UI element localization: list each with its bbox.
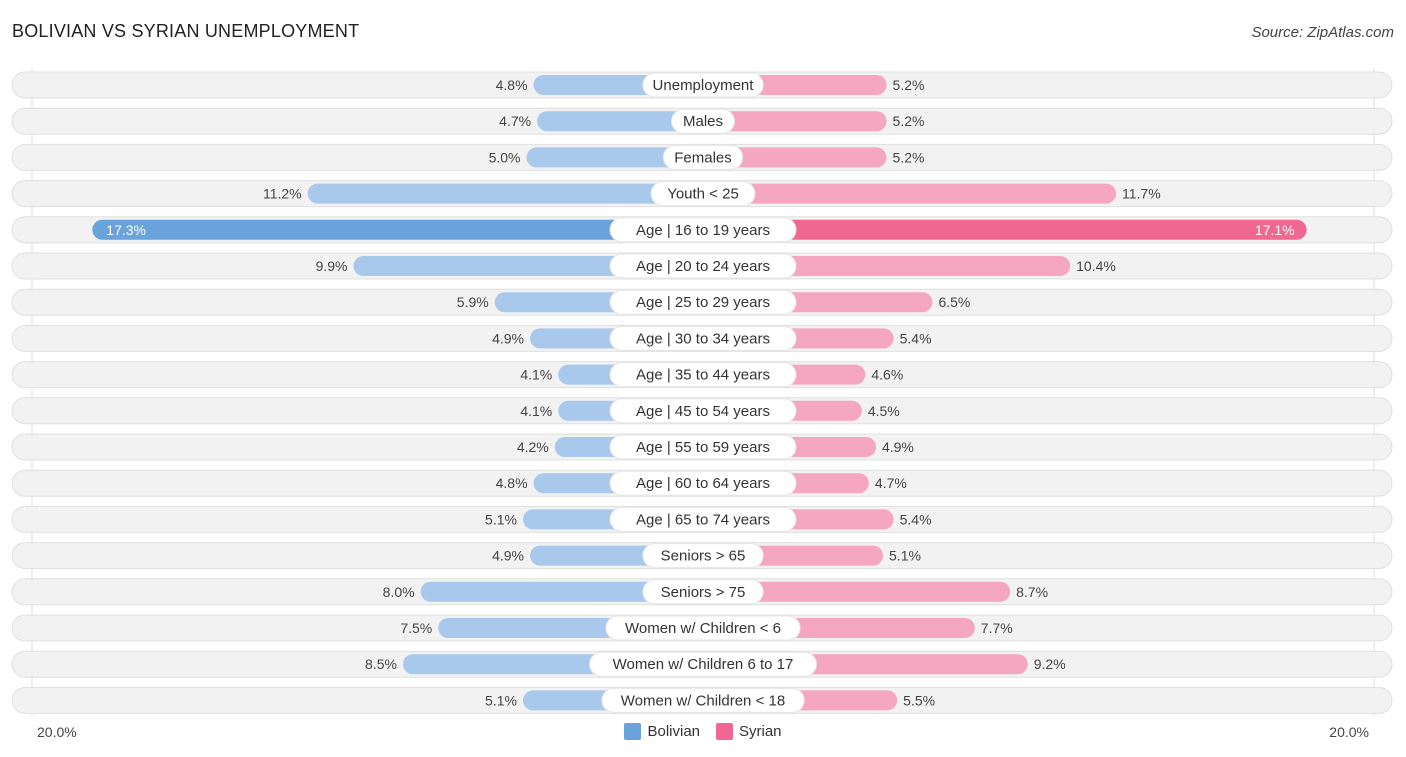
category-label: Age | 16 to 19 years	[636, 222, 770, 239]
value-label-bolivian: 5.9%	[457, 294, 489, 310]
value-label-bolivian: 8.0%	[383, 584, 415, 600]
legend-item-syrian[interactable]: Syrian	[716, 723, 782, 740]
legend-swatch-syrian	[716, 723, 733, 740]
value-label-bolivian: 5.0%	[489, 149, 521, 165]
value-label-bolivian: 5.1%	[485, 692, 517, 708]
category-label: Seniors > 65	[661, 548, 746, 565]
value-label-syrian: 8.7%	[1016, 584, 1048, 600]
category-label: Males	[683, 113, 723, 130]
value-label-bolivian: 5.1%	[485, 511, 517, 527]
bar-syrian	[703, 183, 1117, 204]
value-label-bolivian: 9.9%	[316, 258, 348, 274]
category-label: Youth < 25	[667, 186, 739, 203]
value-label-bolivian: 17.3%	[106, 222, 146, 238]
value-label-syrian: 17.1%	[1255, 222, 1295, 238]
category-label: Unemployment	[653, 77, 755, 94]
value-label-syrian: 4.9%	[882, 439, 914, 455]
value-label-syrian: 4.5%	[868, 403, 900, 419]
category-label: Age | 60 to 64 years	[636, 475, 770, 492]
value-label-syrian: 5.2%	[893, 77, 925, 93]
category-label: Women w/ Children 6 to 17	[613, 656, 794, 673]
category-label: Age | 35 to 44 years	[636, 367, 770, 384]
value-label-syrian: 5.2%	[893, 113, 925, 129]
category-label: Women w/ Children < 18	[621, 692, 785, 709]
value-label-syrian: 7.7%	[981, 620, 1013, 636]
value-label-syrian: 4.6%	[871, 367, 903, 383]
category-label: Age | 55 to 59 years	[636, 439, 770, 456]
bar-bolivian	[307, 183, 703, 204]
category-label: Women w/ Children < 6	[625, 620, 781, 637]
category-label: Seniors > 75	[661, 584, 746, 601]
category-label: Age | 30 to 34 years	[636, 330, 770, 347]
value-label-syrian: 10.4%	[1076, 258, 1116, 274]
legend-label-bolivian: Bolivian	[647, 723, 700, 740]
value-label-bolivian: 4.9%	[492, 548, 524, 564]
legend-label-syrian: Syrian	[739, 723, 782, 740]
value-label-bolivian: 4.1%	[520, 403, 552, 419]
value-label-bolivian: 4.1%	[520, 367, 552, 383]
value-label-syrian: 5.1%	[889, 548, 921, 564]
value-label-bolivian: 4.7%	[499, 113, 531, 129]
value-label-syrian: 9.2%	[1034, 656, 1066, 672]
value-label-bolivian: 4.8%	[496, 475, 528, 491]
category-label: Age | 25 to 29 years	[636, 294, 770, 311]
value-label-bolivian: 4.2%	[517, 439, 549, 455]
value-label-syrian: 5.4%	[900, 330, 932, 346]
legend-swatch-bolivian	[624, 723, 642, 740]
value-label-syrian: 4.7%	[875, 475, 907, 491]
value-label-bolivian: 7.5%	[400, 620, 432, 636]
category-label: Age | 65 to 74 years	[636, 511, 770, 528]
chart-canvas: 4.8% 5.2% Unemployment 4.7% 5.2% Males 5.0% 5.2…	[11, 68, 1393, 716]
category-label: Age | 45 to 54 years	[636, 403, 770, 420]
value-label-syrian: 6.5%	[938, 294, 970, 310]
value-label-syrian: 5.5%	[903, 692, 935, 708]
legend-item-bolivian[interactable]: Bolivian	[624, 723, 700, 740]
category-label: Age | 20 to 24 years	[636, 258, 770, 275]
value-label-syrian: 11.7%	[1122, 186, 1161, 202]
legend: Bolivian Syrian	[0, 723, 1406, 740]
category-label: Females	[674, 149, 732, 166]
value-label-bolivian: 8.5%	[365, 656, 397, 672]
value-label-bolivian: 4.9%	[492, 330, 524, 346]
value-label-syrian: 5.4%	[900, 511, 932, 527]
value-label-bolivian: 11.2%	[263, 186, 302, 202]
value-label-bolivian: 4.8%	[496, 77, 528, 93]
value-label-syrian: 5.2%	[893, 149, 925, 165]
